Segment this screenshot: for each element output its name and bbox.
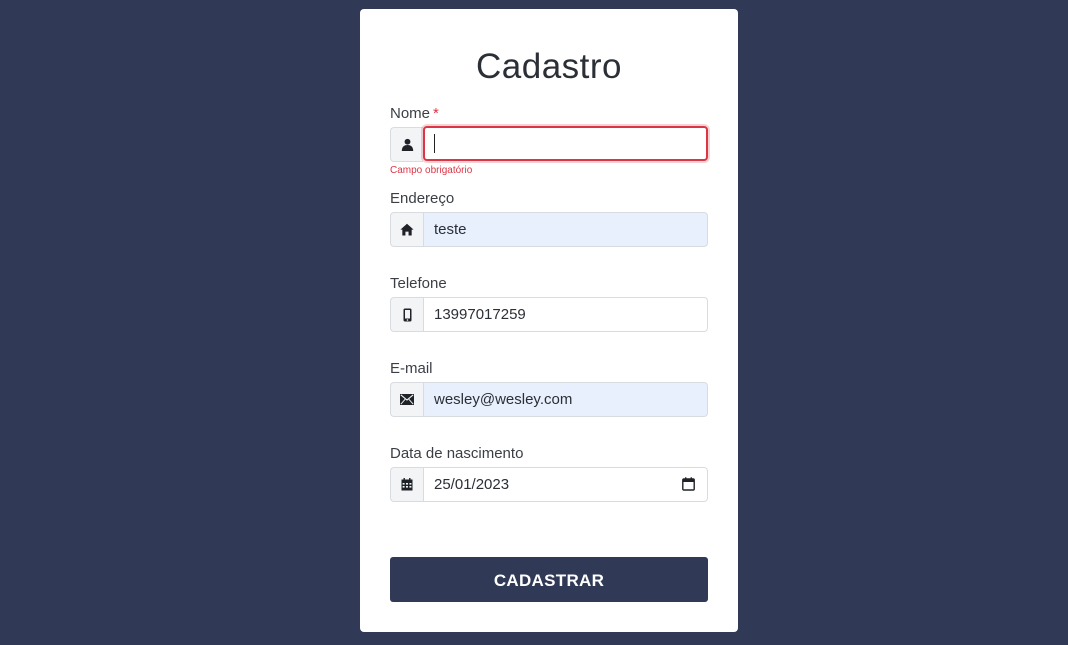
email-input[interactable]: wesley@wesley.com — [423, 382, 708, 417]
mobile-phone-icon — [403, 308, 412, 322]
name-label-text: Nome — [390, 105, 431, 122]
birthdate-label: Data de nascimento — [390, 445, 524, 462]
birthdate-addon — [390, 467, 423, 502]
email-input-value: wesley@wesley.com — [434, 391, 573, 408]
email-input-group: wesley@wesley.com — [390, 382, 708, 417]
phone-input-value: 13997017259 — [434, 306, 526, 323]
envelope-icon — [400, 394, 414, 405]
phone-input[interactable]: 13997017259 — [423, 297, 708, 332]
phone-addon — [390, 297, 423, 332]
phone-input-group: 13997017259 — [390, 297, 708, 332]
address-input[interactable]: teste — [423, 212, 708, 247]
address-input-value: teste — [434, 221, 467, 238]
name-addon — [390, 127, 423, 162]
name-input[interactable] — [423, 126, 708, 161]
address-input-group: teste — [390, 212, 708, 247]
page-title: Cadastro — [475, 47, 623, 86]
birthdate-input-group: 25/01/2023 — [390, 467, 708, 502]
phone-label: Telefone — [390, 275, 447, 292]
submit-button[interactable]: CADASTRAR — [390, 557, 708, 602]
required-marker: * — [433, 105, 439, 122]
date-picker-icon[interactable] — [682, 477, 695, 496]
email-addon — [390, 382, 423, 417]
birthdate-input-value: 25/01/2023 — [434, 476, 510, 493]
name-error-message: Campo obrigatório — [390, 165, 473, 176]
address-addon — [390, 212, 423, 247]
user-icon — [401, 138, 414, 151]
name-input-group — [390, 126, 708, 162]
email-label: E-mail — [390, 360, 433, 377]
register-card: Cadastro Nome * Campo obrigatório Endereç… — [360, 9, 738, 632]
text-caret — [434, 134, 435, 153]
address-label: Endereço — [390, 190, 455, 207]
name-label: Nome * — [390, 105, 439, 123]
birthdate-input[interactable]: 25/01/2023 — [423, 467, 708, 502]
home-icon — [400, 223, 414, 236]
calendar-icon — [401, 478, 413, 491]
